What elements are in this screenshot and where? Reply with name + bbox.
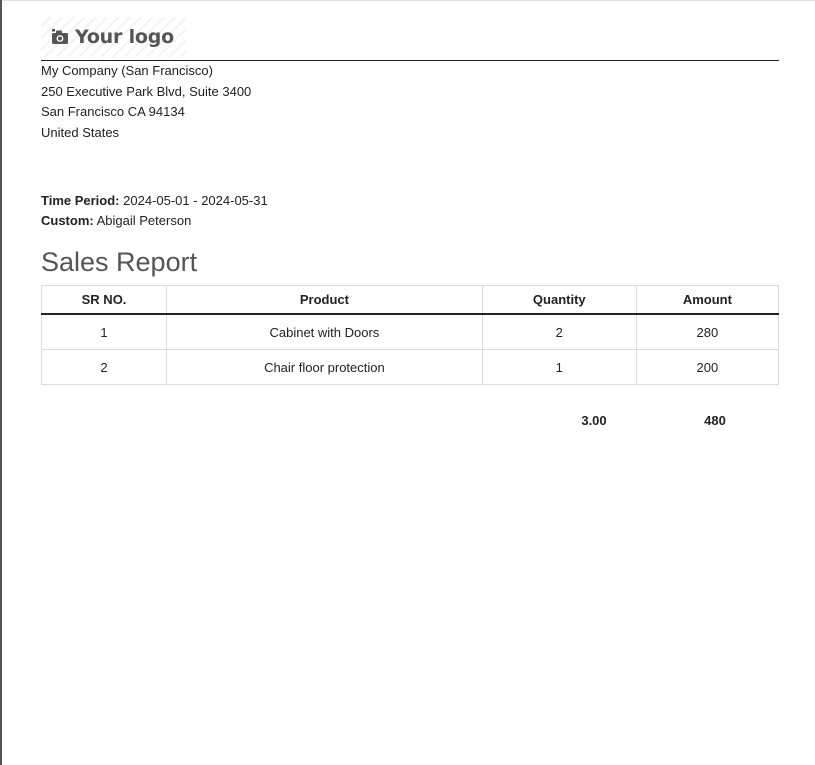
company-street: 250 Executive Park Blvd, Suite 3400 xyxy=(41,83,252,99)
time-period-line: Time Period: 2024-05-01 - 2024-05-31 xyxy=(41,191,268,211)
cell-amount: 200 xyxy=(635,349,780,385)
company-country: United States xyxy=(41,124,120,140)
cell-sr-no: 2 xyxy=(40,349,168,385)
cell-quantity: 2 xyxy=(481,313,637,350)
logo-text: Your logo xyxy=(75,26,174,48)
company-logo: Your logo xyxy=(41,17,186,57)
company-city: San Francisco CA 94134 xyxy=(41,104,185,119)
cell-product: Chair floor protection xyxy=(166,349,483,385)
table-row: 1 Cabinet with Doors 2 280 xyxy=(40,313,780,350)
page-top-edge xyxy=(0,0,815,1)
cell-amount: 280 xyxy=(635,313,780,350)
custom-label: Custom: xyxy=(41,213,94,228)
table-row: 2 Chair floor protection 1 200 xyxy=(40,349,780,385)
time-period-label: Time Period: xyxy=(41,193,120,208)
report-title: Sales Report xyxy=(41,247,198,277)
report-filters: Time Period: 2024-05-01 - 2024-05-31 Cus… xyxy=(41,191,268,231)
company-name: My Company (San Francisco) xyxy=(41,63,213,78)
table-header-row: SR NO. Product Quantity Amount xyxy=(40,285,780,315)
column-header-sr-no: SR NO. xyxy=(40,285,168,315)
custom-value: Abigail Peterson xyxy=(96,213,192,228)
cell-quantity: 1 xyxy=(481,349,637,385)
cell-sr-no: 1 xyxy=(40,313,168,350)
report-page: Your logo My Company (San Francisco) 250… xyxy=(0,0,815,765)
column-header-amount: Amount xyxy=(635,285,780,315)
camera-icon xyxy=(51,28,69,46)
cell-product: Cabinet with Doors xyxy=(166,313,483,350)
column-header-product: Product xyxy=(166,285,483,315)
company-address: My Company (San Francisco) 250 Executive… xyxy=(41,61,251,143)
total-quantity: 3.00 xyxy=(581,413,607,428)
column-header-quantity: Quantity xyxy=(481,285,637,315)
custom-line: Custom: Abigail Peterson xyxy=(41,211,268,231)
page-left-edge xyxy=(0,0,2,765)
total-amount: 480 xyxy=(704,413,726,428)
sales-table: SR NO. Product Quantity Amount 1 Cabinet… xyxy=(40,285,780,385)
time-period-value: 2024-05-01 - 2024-05-31 xyxy=(123,193,268,208)
